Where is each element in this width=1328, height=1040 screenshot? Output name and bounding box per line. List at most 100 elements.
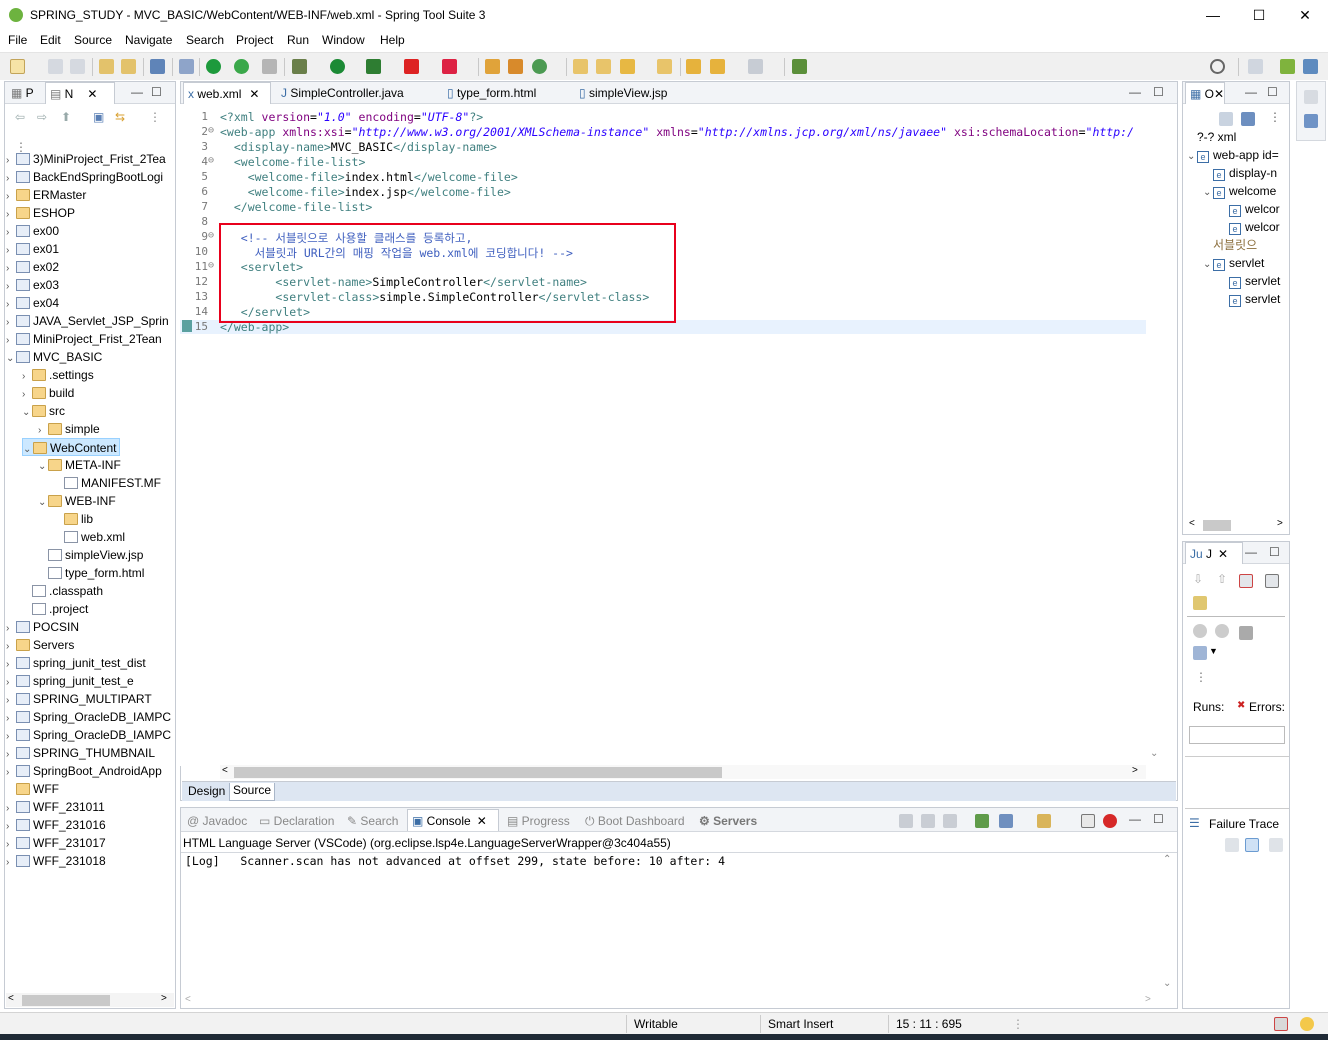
console-settings-icon[interactable]: [1081, 814, 1095, 828]
spring-perspective-icon[interactable]: [1280, 59, 1295, 74]
outline-item[interactable]: e welcor: [1219, 200, 1280, 218]
up-nav-icon[interactable]: ⬆: [61, 110, 71, 124]
prev-annotation-icon[interactable]: [686, 59, 701, 74]
menu-file[interactable]: File: [8, 33, 27, 47]
close-button[interactable]: ✕: [1282, 4, 1328, 26]
open-type-icon[interactable]: [573, 59, 588, 74]
menu-source[interactable]: Source: [74, 33, 112, 47]
boot-start-icon[interactable]: [206, 59, 221, 74]
maximize-view-icon[interactable]: ☐: [1153, 85, 1164, 99]
tree-item[interactable]: › ex03: [6, 276, 59, 294]
back-nav-icon[interactable]: ⇦: [15, 110, 25, 124]
tab-junit[interactable]: Ju J ✕: [1185, 542, 1243, 564]
tab-navigator[interactable]: ▤ N ✕: [45, 82, 115, 104]
tree-item[interactable]: › SPRING_MULTIPART: [6, 690, 152, 708]
chevron-down-icon[interactable]: ⌄: [22, 404, 32, 422]
tree-item[interactable]: › ERMaster: [6, 186, 86, 204]
minimize-button[interactable]: —: [1190, 4, 1236, 26]
code-line[interactable]: <?xml version="1.0" encoding="UTF-8"?>: [220, 110, 483, 124]
link-with-editor-icon[interactable]: [1241, 112, 1255, 126]
skip-breakpoints-icon[interactable]: [179, 59, 194, 74]
minimize-view-icon[interactable]: —: [1129, 812, 1141, 826]
new-icon[interactable]: [10, 59, 25, 74]
word-wrap-icon[interactable]: [943, 814, 957, 828]
code-line[interactable]: <display-name>MVC_BASIC</display-name>: [220, 140, 497, 154]
chevron-down-icon[interactable]: ▼: [1209, 646, 1218, 656]
search-icon[interactable]: [1210, 59, 1225, 74]
pin-console-icon[interactable]: [975, 814, 989, 828]
xml-source-editor[interactable]: 1 <?xml version="1.0" encoding="UTF-8"?> 2…: [180, 104, 1148, 766]
coverage-icon[interactable]: [366, 59, 381, 74]
rerun-icon[interactable]: [1193, 624, 1207, 638]
tree-item[interactable]: WFF: [6, 780, 59, 798]
next-failure-icon[interactable]: ⇩: [1193, 572, 1203, 586]
tab-source[interactable]: Source: [229, 783, 276, 801]
back-icon[interactable]: [710, 59, 725, 74]
tree-item[interactable]: .classpath: [22, 582, 103, 600]
chevron-down-icon[interactable]: ⌄: [1203, 256, 1213, 274]
stop-server-icon[interactable]: [404, 59, 419, 74]
tree-item[interactable]: › ex01: [6, 240, 59, 258]
tree-item[interactable]: › spring_junit_test_dist: [6, 654, 146, 672]
tab-console[interactable]: ▣ Console ✕: [407, 809, 499, 831]
minimize-view-icon[interactable]: —: [1245, 85, 1257, 99]
outline-item[interactable]: ⌄ e welcome: [1203, 182, 1276, 200]
tab-type-form-html[interactable]: ▯ type_form.html: [443, 82, 573, 104]
minimize-view-icon[interactable]: —: [1245, 545, 1257, 559]
tab-simpleview-jsp[interactable]: ▯ simpleView.jsp: [575, 82, 705, 104]
chevron-down-icon[interactable]: ⌄: [23, 441, 33, 459]
tree-item[interactable]: › WFF_231018: [6, 852, 106, 870]
tab-progress[interactable]: ▤ Progress: [503, 810, 570, 832]
copy-trace-icon[interactable]: [1269, 838, 1283, 852]
collapse-all-icon[interactable]: ▣: [93, 110, 104, 124]
fold-toggle-icon[interactable]: ⊖: [208, 260, 214, 271]
fold-toggle-icon[interactable]: ⊖: [208, 155, 214, 166]
menu-run[interactable]: Run: [287, 33, 309, 47]
tree-item[interactable]: type_form.html: [38, 564, 144, 582]
outline-item[interactable]: e welcor: [1219, 218, 1280, 236]
console-vscrollbar[interactable]: ⌃ ⌄: [1161, 854, 1175, 994]
terminate-icon[interactable]: [1103, 814, 1117, 828]
outline-item[interactable]: e display-n: [1203, 164, 1277, 182]
run-icon[interactable]: [330, 59, 345, 74]
code-line[interactable]: <welcome-file-list>: [220, 155, 366, 169]
code-line[interactable]: <web-app xmlns:xsi="http://www.w3.org/20…: [220, 125, 1134, 139]
display-console-icon[interactable]: [999, 814, 1013, 828]
save-icon[interactable]: [48, 59, 63, 74]
menu-navigate[interactable]: Navigate: [125, 33, 172, 47]
tab-simplecontroller-java[interactable]: J SimpleController.java: [277, 82, 437, 104]
new-class-icon[interactable]: [532, 59, 547, 74]
chevron-down-icon[interactable]: ⌄: [38, 458, 48, 476]
terminal-icon[interactable]: [150, 59, 165, 74]
code-line[interactable]: </welcome-file-list>: [220, 200, 372, 214]
tree-item[interactable]: › WFF_231016: [6, 816, 106, 834]
tree-item[interactable]: ⌄ src: [22, 402, 65, 420]
maximize-view-icon[interactable]: ☐: [1267, 85, 1278, 99]
tree-item[interactable]: › WFF_231017: [6, 834, 106, 852]
outline-item[interactable]: ⌄ e web-app id=: [1187, 146, 1279, 164]
menu-window[interactable]: Window: [322, 33, 365, 47]
outline-item[interactable]: 서블릿으: [1203, 236, 1257, 254]
pin-editor-icon[interactable]: [792, 59, 807, 74]
new-package-icon[interactable]: [508, 59, 523, 74]
tree-item[interactable]: MANIFEST.MF: [54, 474, 161, 492]
stop-test-icon[interactable]: [1239, 626, 1253, 640]
tree-item[interactable]: › Spring_OracleDB_IAMPC: [6, 708, 171, 726]
close-icon[interactable]: ✕: [1218, 547, 1228, 561]
tree-item[interactable]: › ex04: [6, 294, 59, 312]
editor-vscrollbar[interactable]: ⌄: [1148, 104, 1162, 764]
new-spring-starter-icon[interactable]: [485, 59, 500, 74]
tree-item[interactable]: › simple: [38, 420, 100, 438]
open-console-icon[interactable]: [1037, 814, 1051, 828]
forward-nav-icon[interactable]: ⇨: [37, 110, 47, 124]
tree-item[interactable]: ⌄ WEB-INF: [38, 492, 116, 510]
console-hscrollbar[interactable]: < >: [183, 994, 1159, 1008]
chevron-right-icon[interactable]: ›: [6, 854, 16, 872]
open-folder-icon[interactable]: [657, 59, 672, 74]
tree-item[interactable]: lib: [54, 510, 93, 528]
notification-icon[interactable]: [1274, 1017, 1288, 1031]
close-icon[interactable]: ✕: [477, 814, 487, 828]
test-history-icon[interactable]: [1193, 596, 1207, 610]
tree-item[interactable]: › BackEndSpringBootLogi: [6, 168, 163, 186]
code-line[interactable]: <welcome-file>index.jsp</welcome-file>: [220, 185, 511, 199]
